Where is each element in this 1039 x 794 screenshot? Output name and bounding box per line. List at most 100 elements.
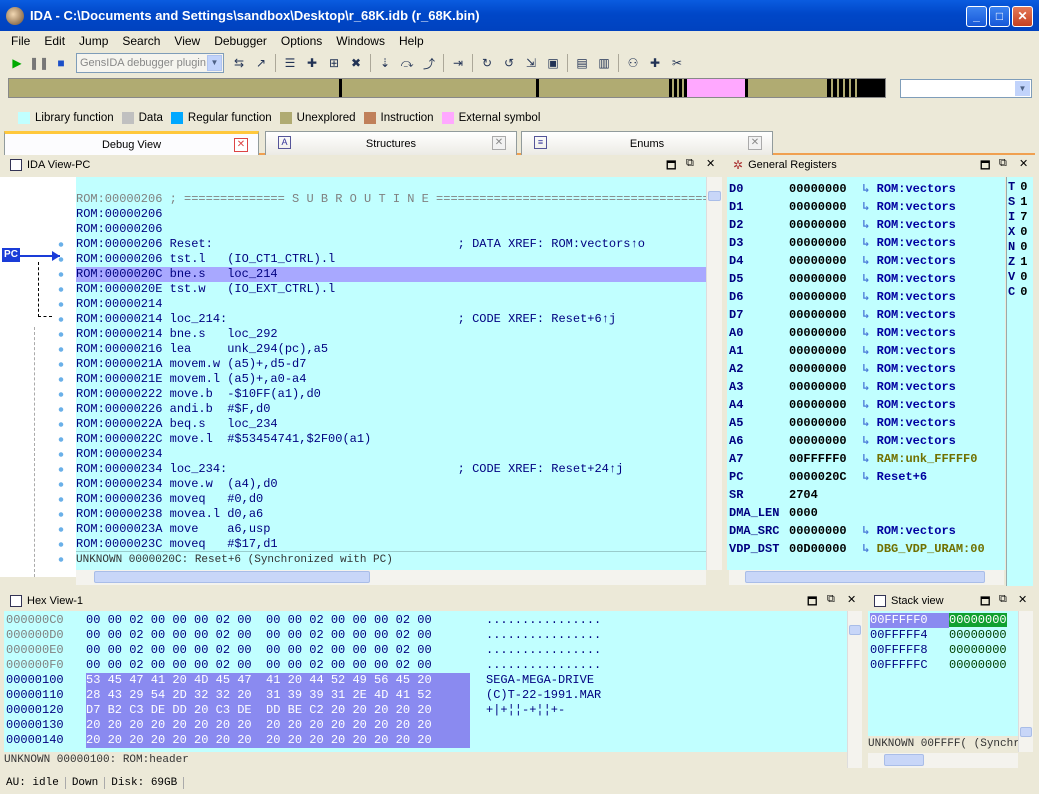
register-reference[interactable]: ROM:vectors bbox=[877, 344, 956, 358]
register-row[interactable]: DMA_LEN 0000 bbox=[729, 504, 1005, 522]
restore-icon[interactable]: 🗖 bbox=[980, 157, 990, 176]
code-line[interactable]: ROM:00000222 move.b -$10FF(a1),d0 bbox=[76, 387, 706, 402]
float-icon[interactable]: ⧉ bbox=[827, 593, 835, 606]
hex-ascii[interactable] bbox=[486, 733, 601, 747]
ida-horizontal-scrollbar[interactable] bbox=[76, 570, 706, 585]
title-bar[interactable]: IDA - C:\Documents and Settings\sandbox\… bbox=[0, 0, 1039, 31]
code-line[interactable]: ROM:0000022C move.l #$53454741,$2F00(a1) bbox=[76, 432, 706, 447]
code-line[interactable]: ROM:00000234 bbox=[76, 447, 706, 462]
disassembly-listing[interactable]: ROM:00000206 ; ============== S U B R O … bbox=[76, 177, 706, 570]
close-icon[interactable]: ✕ bbox=[492, 136, 506, 150]
register-reference[interactable]: ROM:vectors bbox=[877, 272, 956, 286]
code-line[interactable]: ROM:00000206 bbox=[76, 222, 706, 237]
register-row[interactable]: D4 00000000 ↳ ROM:vectors bbox=[729, 252, 1005, 270]
register-row[interactable]: A6 00000000 ↳ ROM:vectors bbox=[729, 432, 1005, 450]
register-row[interactable]: D6 00000000 ↳ ROM:vectors bbox=[729, 288, 1005, 306]
register-row[interactable]: D7 00000000 ↳ ROM:vectors bbox=[729, 306, 1005, 324]
flag-row[interactable]: C0 bbox=[1008, 285, 1027, 300]
close-icon[interactable]: ✕ bbox=[706, 157, 715, 170]
stack-vertical-scrollbar[interactable] bbox=[1018, 611, 1033, 752]
register-value[interactable]: 00000000 bbox=[789, 378, 855, 396]
code-line[interactable]: ROM:00000236 moveq #0,d0 bbox=[76, 492, 706, 507]
menu-debugger[interactable]: Debugger bbox=[214, 34, 267, 48]
register-row[interactable]: D0 00000000 ↳ ROM:vectors bbox=[729, 180, 1005, 198]
hex-row[interactable]: 000000C0 00 00 02 00 00 00 02 00 00 00 02… bbox=[6, 613, 601, 628]
step-out-icon[interactable]: ⤴ bbox=[420, 54, 438, 72]
hex-row[interactable]: 000000F0 00 00 02 00 00 00 02 00 00 00 02… bbox=[6, 658, 601, 673]
tab-structures[interactable]: A Structures ✕ bbox=[265, 131, 517, 155]
code-line[interactable]: ROM:00000206 ; ============== S U B R O … bbox=[76, 192, 706, 207]
stop-icon[interactable]: ■ bbox=[52, 54, 70, 72]
register-row[interactable]: A7 00FFFFF0 ↳ RAM:unk_FFFFF0 bbox=[729, 450, 1005, 468]
register-reference[interactable]: ROM:vectors bbox=[877, 380, 956, 394]
code-line[interactable]: ROM:0000021E movem.l (a5)+,a0-a4 bbox=[76, 372, 706, 387]
navigation-band[interactable] bbox=[8, 78, 886, 98]
code-line[interactable]: ROM:0000021A movem.w (a5)+,d5-d7 bbox=[76, 357, 706, 372]
hex-bytes[interactable]: 00 00 02 00 00 00 02 00 00 00 02 00 00 0… bbox=[86, 613, 470, 628]
menu-search[interactable]: Search bbox=[122, 34, 160, 48]
register-row[interactable]: A1 00000000 ↳ ROM:vectors bbox=[729, 342, 1005, 360]
restore-icon[interactable]: 🗖 bbox=[666, 157, 676, 176]
register-row[interactable]: D1 00000000 ↳ ROM:vectors bbox=[729, 198, 1005, 216]
detach-icon[interactable]: ↗ bbox=[252, 54, 270, 72]
hex-ascii[interactable]: ................ bbox=[486, 628, 601, 642]
close-icon[interactable]: ✕ bbox=[1019, 157, 1028, 170]
code-line[interactable]: ROM:00000226 andi.b #$F,d0 bbox=[76, 402, 706, 417]
scrollbar-thumb[interactable] bbox=[1020, 727, 1032, 737]
step-into-icon[interactable]: ⇣ bbox=[376, 54, 394, 72]
code-line-current[interactable]: ROM:0000020C bne.s loc_214 bbox=[76, 267, 706, 282]
register-value[interactable]: 00000000 bbox=[789, 198, 855, 216]
stack-value[interactable]: 00000000 bbox=[949, 613, 1007, 627]
register-row[interactable]: A3 00000000 ↳ ROM:vectors bbox=[729, 378, 1005, 396]
register-row[interactable]: PC 0000020C ↳ Reset+6 bbox=[729, 468, 1005, 486]
close-icon[interactable]: ✕ bbox=[234, 138, 248, 152]
flag-row[interactable]: T0 bbox=[1008, 180, 1027, 195]
menu-file[interactable]: File bbox=[11, 34, 30, 48]
register-value[interactable]: 00000000 bbox=[789, 252, 855, 270]
stack-list[interactable]: 00FFFFF0 00000000 00FFFFF4 00000000 00FFFFF8… bbox=[870, 613, 1007, 673]
hex-bytes[interactable]: 20 20 20 20 20 20 20 20 20 20 20 20 20 2… bbox=[86, 733, 470, 748]
code-line[interactable]: ROM:00000238 movea.l d0,a6 bbox=[76, 507, 706, 522]
register-row[interactable]: A5 00000000 ↳ ROM:vectors bbox=[729, 414, 1005, 432]
debugger-select[interactable]: GensIDA debugger plugin ▼ bbox=[76, 53, 224, 73]
code-line[interactable]: ROM:00000206 Reset: ; DATA XREF: ROM:vec… bbox=[76, 237, 706, 252]
stack-row[interactable]: 00FFFFFC 00000000 bbox=[870, 658, 1007, 673]
register-value[interactable]: 00000000 bbox=[789, 360, 855, 378]
register-reference[interactable]: ROM:vectors bbox=[877, 308, 956, 322]
code-line[interactable]: ROM:00000206 tst.l (IO_CT1_CTRL).l bbox=[76, 252, 706, 267]
register-reference[interactable]: ROM:vectors bbox=[877, 416, 956, 430]
register-value[interactable]: 2704 bbox=[789, 486, 855, 504]
register-reference[interactable]: ROM:vectors bbox=[877, 218, 956, 232]
code-line[interactable]: ROM:0000023A move a6,usp bbox=[76, 522, 706, 537]
menu-jump[interactable]: Jump bbox=[79, 34, 108, 48]
hex-bytes[interactable]: D7 B2 C3 DE DD 20 C3 DE DD BE C2 20 20 2… bbox=[86, 703, 470, 718]
tab-debug-view[interactable]: Debug View ✕ bbox=[4, 131, 259, 155]
hex-vertical-scrollbar[interactable] bbox=[847, 611, 862, 768]
register-value[interactable]: 00000000 bbox=[789, 234, 855, 252]
maximize-button[interactable]: □ bbox=[989, 6, 1010, 27]
hex-dump[interactable]: 000000C0 00 00 02 00 00 00 02 00 00 00 02… bbox=[6, 613, 601, 748]
process-list-icon[interactable]: ☰ bbox=[281, 54, 299, 72]
stack-value[interactable]: 00000000 bbox=[949, 628, 1007, 642]
register-value[interactable]: 00000000 bbox=[789, 522, 855, 540]
flag-row[interactable]: Z1 bbox=[1008, 255, 1027, 270]
code-line[interactable]: ROM:0000020E tst.w (IO_EXT_CTRL).l bbox=[76, 282, 706, 297]
register-reference[interactable]: ROM:vectors bbox=[877, 200, 956, 214]
step-over-icon[interactable]: ⤼ bbox=[398, 54, 416, 72]
hex-ascii[interactable] bbox=[486, 718, 601, 732]
code-line[interactable]: ROM:00000234 move.w (a4),d0 bbox=[76, 477, 706, 492]
close-icon[interactable]: ✕ bbox=[847, 593, 856, 606]
flag-row[interactable]: S1 bbox=[1008, 195, 1027, 210]
run-to-cursor-icon[interactable]: ⇥ bbox=[449, 54, 467, 72]
code-line[interactable]: ROM:0000022A beq.s loc_234 bbox=[76, 417, 706, 432]
hex-bytes[interactable]: 53 45 47 41 20 4D 45 47 41 20 44 52 49 5… bbox=[86, 673, 470, 688]
watch-delete-icon[interactable]: ✂ bbox=[668, 54, 686, 72]
attach-icon[interactable]: ⇆ bbox=[230, 54, 248, 72]
hex-row[interactable]: 000000D0 00 00 02 00 00 00 02 00 00 00 02… bbox=[6, 628, 601, 643]
hex-ascii[interactable]: SEGA-MEGA-DRIVE bbox=[486, 673, 601, 687]
register-row[interactable]: DMA_SRC 00000000 ↳ ROM:vectors bbox=[729, 522, 1005, 540]
code-line[interactable]: ROM:00000214 loc_214: ; CODE XREF: Reset… bbox=[76, 312, 706, 327]
float-icon[interactable]: ⧉ bbox=[686, 157, 694, 170]
register-row[interactable]: A2 00000000 ↳ ROM:vectors bbox=[729, 360, 1005, 378]
code-line[interactable]: ROM:00000234 loc_234: ; CODE XREF: Reset… bbox=[76, 462, 706, 477]
